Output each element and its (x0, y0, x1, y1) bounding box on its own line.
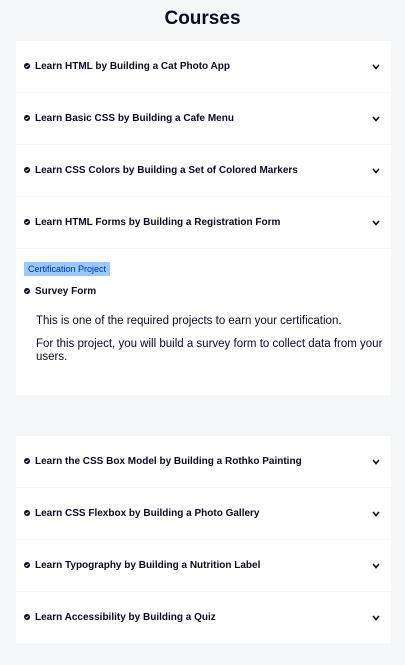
course-title: Learn CSS Colors by Building a Set of Co… (35, 165, 298, 176)
check-circle-icon (24, 288, 30, 294)
survey-form-link[interactable]: Survey Form (24, 286, 383, 297)
check-circle-icon (24, 219, 30, 225)
chevron-down-icon (371, 457, 381, 467)
course-list-bottom: Learn the CSS Box Model by Building a Ro… (16, 436, 391, 643)
course-row[interactable]: Learn CSS Flexbox by Building a Photo Ga… (16, 488, 391, 539)
course-row[interactable]: Learn the CSS Box Model by Building a Ro… (16, 436, 391, 487)
page-title: Courses (164, 8, 241, 29)
course-title: Learn HTML by Building a Cat Photo App (35, 61, 230, 72)
course-row[interactable]: Learn HTML Forms by Building a Registrat… (16, 197, 391, 248)
chevron-down-icon (371, 166, 381, 176)
check-circle-icon (24, 562, 30, 568)
chevron-down-icon (371, 62, 381, 72)
description-line-2: For this project, you will build a surve… (36, 338, 383, 363)
course-title: Learn Basic CSS by Building a Cafe Menu (35, 113, 234, 124)
check-circle-icon (24, 115, 30, 121)
check-circle-icon (24, 614, 30, 620)
course-title: Learn HTML Forms by Building a Registrat… (35, 217, 281, 228)
course-title: Learn the CSS Box Model by Building a Ro… (35, 456, 302, 467)
certification-project-panel: Certification Project Survey Form This i… (16, 249, 391, 395)
course-title: Learn Accessibility by Building a Quiz (35, 612, 216, 623)
check-circle-icon (24, 167, 30, 173)
course-title: Learn Typography by Building a Nutrition… (35, 560, 261, 571)
course-row[interactable]: Learn Basic CSS by Building a Cafe Menu (16, 93, 391, 144)
course-row[interactable]: Learn Typography by Building a Nutrition… (16, 540, 391, 591)
check-circle-icon (24, 458, 30, 464)
certification-badge: Certification Project (24, 262, 111, 276)
chevron-down-icon (371, 613, 381, 623)
check-circle-icon (24, 63, 30, 69)
chevron-down-icon (371, 218, 381, 228)
description-line-1: This is one of the required projects to … (36, 315, 342, 327)
course-row[interactable]: Learn HTML by Building a Cat Photo App (16, 41, 391, 92)
chevron-down-icon (371, 561, 381, 571)
course-list-top: Learn HTML by Building a Cat Photo App L… (16, 41, 391, 395)
course-row[interactable]: Learn Accessibility by Building a Quiz (16, 592, 391, 643)
check-circle-icon (24, 510, 30, 516)
chevron-down-icon (371, 114, 381, 124)
project-title: Survey Form (35, 286, 97, 297)
course-title: Learn CSS Flexbox by Building a Photo Ga… (35, 508, 260, 519)
project-description: This is one of the required projects to … (24, 315, 383, 364)
course-row[interactable]: Learn CSS Colors by Building a Set of Co… (16, 145, 391, 196)
courses-page: Courses Learn HTML by Building a Cat Pho… (0, 0, 405, 665)
chevron-down-icon (371, 509, 381, 519)
